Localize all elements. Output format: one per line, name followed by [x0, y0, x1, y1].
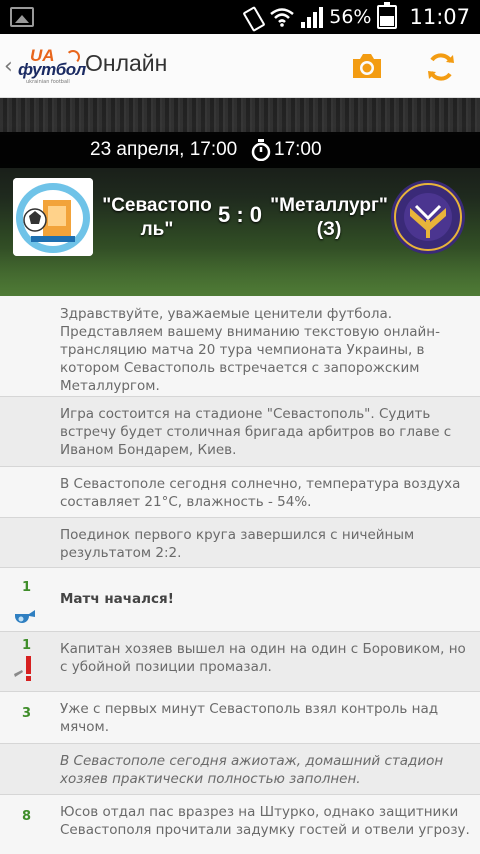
- status-icons: 56% 11:07: [241, 0, 470, 34]
- logo-sub: ukrainian football: [26, 79, 70, 85]
- feed-text: Уже с первых минут Севастополь взял конт…: [60, 701, 439, 735]
- live-feed[interactable]: Здравствуйте, уважаемые ценители футбола…: [0, 296, 480, 854]
- feed-item: В Севастополе сегодня ажиотаж, домашний …: [0, 744, 480, 795]
- home-team-logo[interactable]: [13, 178, 93, 256]
- feed-minute: 1: [22, 580, 32, 595]
- feed-item: 1 Матч начался!: [0, 568, 480, 632]
- feed-text: В Севастополе сегодня солнечно, температ…: [60, 476, 461, 510]
- feed-item: 1 Капитан хозяев вышел на один на один с…: [0, 632, 480, 692]
- camera-icon[interactable]: [350, 50, 384, 82]
- match-header: 23 апреля, 17:00 17:00 "Севастополь" 5 :…: [0, 98, 480, 296]
- page-title: Онлайн: [85, 50, 168, 76]
- battery-icon: [377, 2, 398, 29]
- app-logo[interactable]: UA футбол ukrainian football: [18, 46, 86, 88]
- away-team-name: "Металлург" (З): [270, 195, 388, 240]
- image-icon: [10, 7, 34, 27]
- feed-minute: 8: [22, 809, 32, 824]
- stadium-crowd: [0, 98, 480, 132]
- kickoff-time: 17:00: [274, 139, 322, 160]
- wifi-icon: [270, 8, 295, 27]
- status-bar: 56% 11:07: [0, 0, 480, 34]
- match-date-bar: 23 апреля, 17:00 17:00: [0, 132, 480, 168]
- feed-item: В Севастополе сегодня солнечно, температ…: [0, 467, 480, 518]
- match-score: 5 : 0: [217, 202, 263, 227]
- feed-text: Юсов отдал пас вразрез на Штурко, однако…: [60, 804, 470, 838]
- feed-text: Поединок первого круга завершился с ниче…: [60, 527, 415, 561]
- stopwatch-icon: [251, 139, 271, 161]
- whistle-icon: [15, 610, 35, 623]
- feed-item: 8 Юсов отдал пас вразрез на Штурко, одна…: [0, 795, 480, 854]
- refresh-icon[interactable]: [424, 50, 458, 84]
- away-team-logo[interactable]: [388, 178, 468, 256]
- feed-text: Капитан хозяев вышел на один на один с Б…: [60, 641, 466, 675]
- clock: 11:07: [409, 5, 470, 29]
- signal-icon: [301, 6, 324, 28]
- match-date: 23 апреля, 17:00: [90, 139, 238, 160]
- feed-minute: 1: [22, 638, 32, 653]
- home-team-name: "Севастополь": [102, 195, 212, 240]
- feed-item: Здравствуйте, уважаемые ценители футбола…: [0, 296, 480, 397]
- logo-swoosh-icon: [66, 50, 80, 64]
- exclamation-icon: [14, 656, 31, 681]
- feed-text: Матч начался!: [60, 591, 174, 607]
- up-chevron-icon[interactable]: ‹: [4, 54, 13, 79]
- feed-item: 3 Уже с первых минут Севастополь взял ко…: [0, 692, 480, 744]
- feed-item: Игра состоится на стадионе "Севастополь"…: [0, 397, 480, 467]
- action-bar: ‹ UA футбол ukrainian football Онлайн: [0, 34, 480, 98]
- feed-text: Здравствуйте, уважаемые ценители футбола…: [60, 306, 440, 394]
- feed-item: Поединок первого круга завершился с ниче…: [0, 518, 480, 568]
- feed-minute: 3: [22, 706, 32, 721]
- feed-text: Игра состоится на стадионе "Севастополь"…: [60, 406, 452, 458]
- vibrate-icon: [241, 7, 263, 27]
- battery-percent: 56%: [329, 6, 372, 28]
- feed-text: В Севастополе сегодня ажиотаж, домашний …: [60, 753, 444, 787]
